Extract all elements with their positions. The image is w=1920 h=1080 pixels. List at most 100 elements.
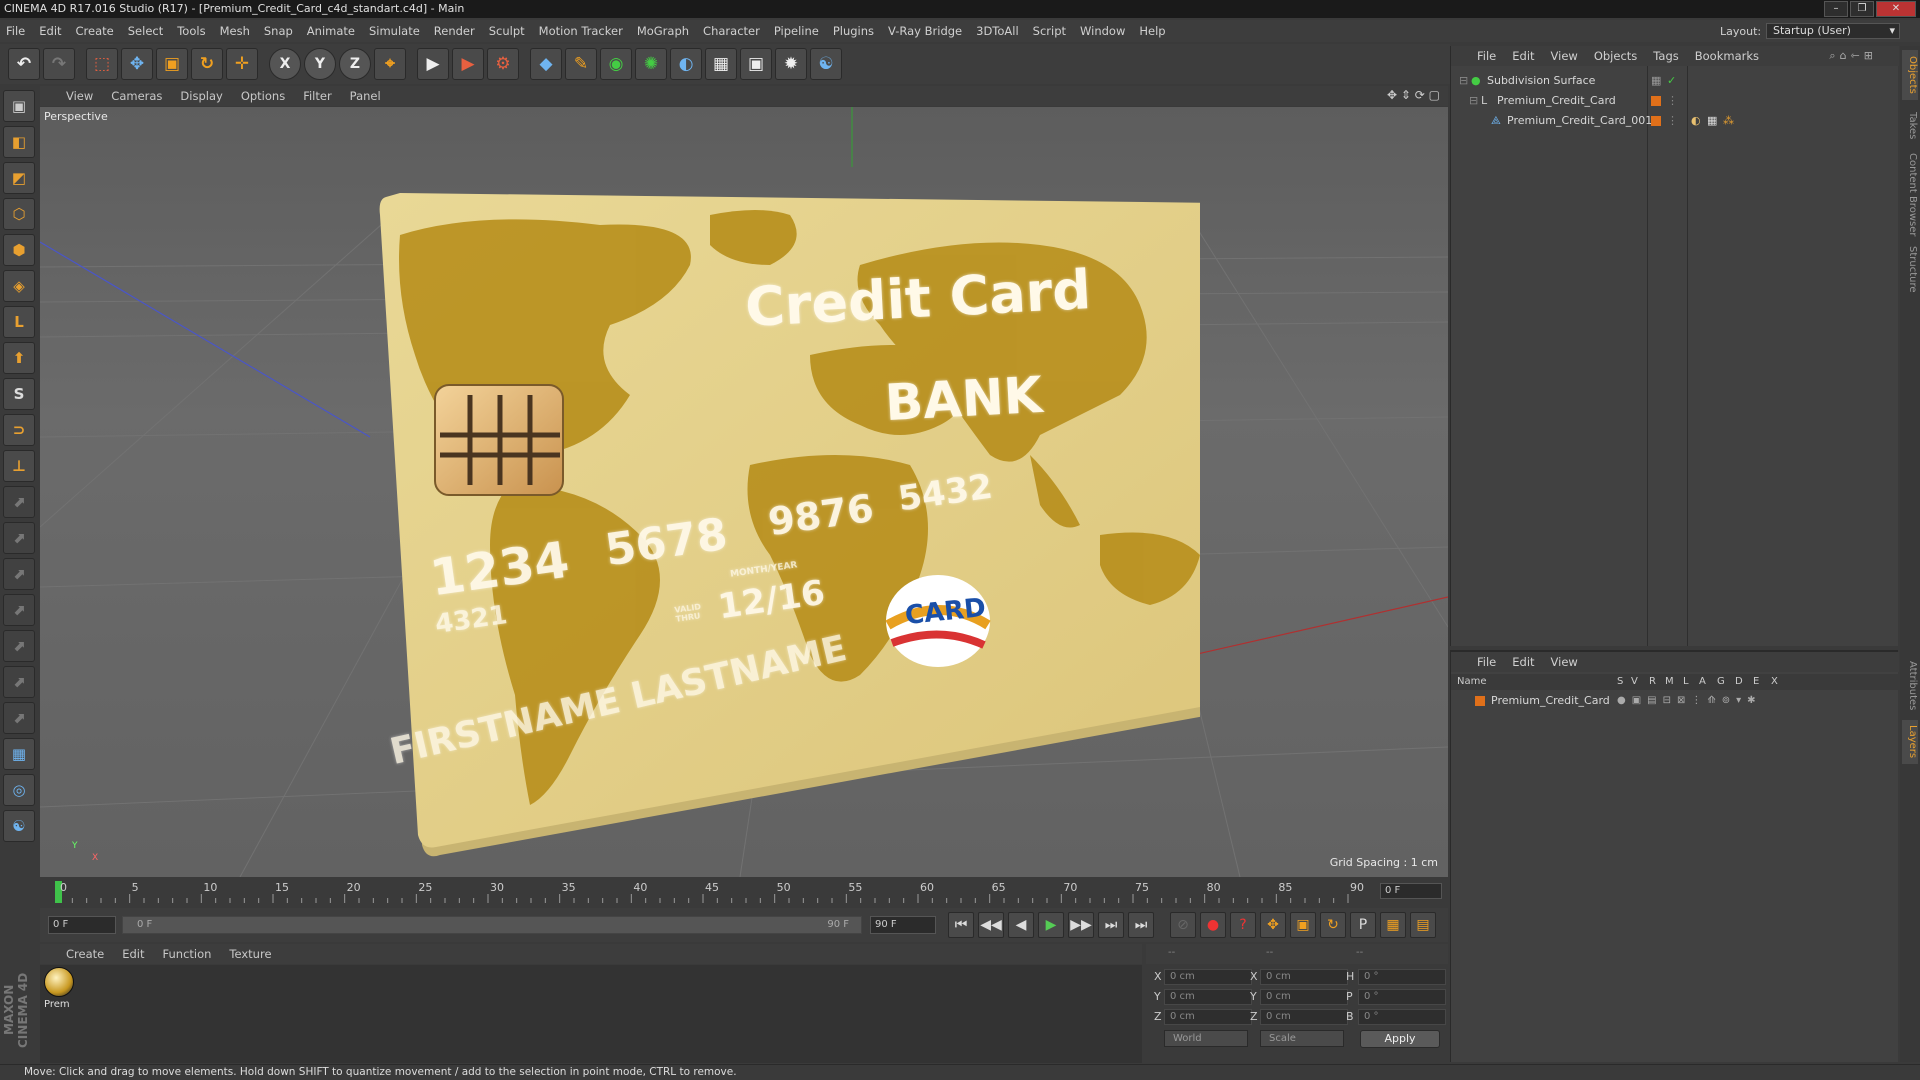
transform-mode-dropdown[interactable]: Scale [1260,1030,1344,1047]
layout-dropdown[interactable]: Startup (User) ▾ [1766,23,1900,39]
preview-range-slider[interactable]: 0 F 90 F [122,916,862,934]
tab-layers[interactable]: Layers [1902,720,1918,764]
menu-mesh[interactable]: Mesh [220,24,250,38]
pos-z-field[interactable]: 0 cm [1164,1009,1252,1025]
current-frame-field[interactable]: 0 F [1380,883,1442,899]
material-menu-create[interactable]: Create [66,947,104,961]
menu-simulate[interactable]: Simulate [369,24,420,38]
move-tool-button[interactable]: ✥ [121,48,153,80]
perspective-viewport[interactable]: Perspective Credit Card BANK 1234 5678 9… [40,107,1448,877]
material-menu-edit[interactable]: Edit [122,947,144,961]
collapse-icon[interactable]: ⊟ [1459,72,1468,90]
close-button[interactable]: ✕ [1876,1,1916,17]
menu-file[interactable]: File [6,24,25,38]
uvw-tag-icon[interactable]: ▦ [1707,112,1717,130]
go-to-end-button[interactable]: ⏭ [1128,912,1154,938]
paint-tool-button[interactable]: ◎ [3,774,35,806]
phong-tag-icon[interactable]: ⁂ [1723,112,1734,130]
objects-menu-file[interactable]: File [1477,49,1496,63]
rot-h-field[interactable]: 0 ° [1358,969,1446,985]
python-button[interactable]: ☯ [810,48,842,80]
workplane-axis-button[interactable]: ⊥ [3,450,35,482]
undo-button[interactable]: ↶ [8,48,40,80]
viewport-menu-filter[interactable]: Filter [303,89,331,103]
menu-window[interactable]: Window [1080,24,1125,38]
objects-menu-bookmarks[interactable]: Bookmarks [1695,49,1759,63]
redo-button[interactable]: ↷ [43,48,75,80]
coordinate-system-button[interactable]: ⌖ [374,48,406,80]
rotate-tool-button[interactable]: ↻ [191,48,223,80]
render-view-button[interactable]: ▶ [417,48,449,80]
layer-toggles-icon[interactable]: ●▣▤⊟⊠⋮⟰⊚▾✱ [1617,692,1762,710]
menu-script[interactable]: Script [1033,24,1066,38]
brush-tool-3[interactable]: ⬈ [3,558,35,590]
objects-menu-objects[interactable]: Objects [1594,49,1637,63]
frame-ruler[interactable]: 0 5 10 15 20 25 30 35 40 45 50 55 60 65 70 75 80 85 90 [50,881,1380,903]
material-menu-texture[interactable]: Texture [229,947,271,961]
rot-p-field[interactable]: 0 ° [1358,989,1446,1005]
brush-tool-5[interactable]: ⬈ [3,630,35,662]
menu-help[interactable]: Help [1139,24,1165,38]
maximize-button[interactable]: ❐ [1850,1,1874,17]
edges-mode-button[interactable]: ◈ [3,270,35,302]
viewport-menu-view[interactable]: View [66,89,93,103]
floor-button[interactable]: ▦ [705,48,737,80]
render-picture-viewer-button[interactable]: ▶ [452,48,484,80]
autokey-button[interactable]: ? [1230,912,1256,938]
start-frame-field[interactable]: 0 F [48,916,116,934]
menu-sculpt[interactable]: Sculpt [489,24,525,38]
key-parameter-button[interactable]: P [1350,912,1376,938]
size-z-field[interactable]: 0 cm [1260,1009,1348,1025]
brush-tool-1[interactable]: ⬈ [3,486,35,518]
next-key-button[interactable]: ⏭ [1098,912,1124,938]
model-mode-button[interactable]: ◧ [3,126,35,158]
light-button[interactable]: ✹ [775,48,807,80]
viewport-menu-options[interactable]: Options [241,89,285,103]
menu-pipeline[interactable]: Pipeline [774,24,819,38]
layer-color-swatch[interactable] [1475,696,1485,706]
visibility-dots-icon[interactable]: ⋮ [1667,92,1678,110]
object-row-subdivision-surface[interactable]: ⊟ ● Subdivision Surface ▦ ✓ [1451,72,1899,90]
viewport-menu-cameras[interactable]: Cameras [111,89,162,103]
render-settings-button[interactable]: ⚙ [487,48,519,80]
tab-takes[interactable]: Takes [1902,106,1918,146]
play-button[interactable]: ▶ [1038,912,1064,938]
layers-menu-view[interactable]: View [1551,655,1578,669]
motion-record-button[interactable]: ⊘ [1170,912,1196,938]
next-frame-button[interactable]: ▶▶ [1068,912,1094,938]
key-scale-button[interactable]: ▣ [1290,912,1316,938]
objects-menu-tags[interactable]: Tags [1653,49,1678,63]
key-rotation-button[interactable]: ↻ [1320,912,1346,938]
array-button[interactable]: ✺ [635,48,667,80]
camera-button[interactable]: ▣ [740,48,772,80]
y-axis-button[interactable]: Y [304,48,336,80]
menu-motion-tracker[interactable]: Motion Tracker [539,24,623,38]
tab-structure[interactable]: Structure [1902,244,1918,294]
snap-button[interactable]: ⊃ [3,414,35,446]
z-axis-button[interactable]: Z [339,48,371,80]
menu-tools[interactable]: Tools [177,24,205,38]
coordinate-mode-dropdown[interactable]: World [1164,1030,1248,1047]
material-tag-icon[interactable]: ◐ [1691,112,1701,130]
brush-tool-7[interactable]: ⬈ [3,702,35,734]
brush-tool-2[interactable]: ⬈ [3,522,35,554]
layer-color-icon[interactable] [1651,96,1661,106]
tab-objects[interactable]: Objects [1902,50,1918,100]
brush-tool-6[interactable]: ⬈ [3,666,35,698]
menu-plugins[interactable]: Plugins [833,24,874,38]
collapse-icon[interactable]: ⊟ [1469,92,1478,110]
material-name[interactable]: Prem [44,999,70,1010]
tweak-mode-button[interactable]: ⬆ [3,342,35,374]
menu-render[interactable]: Render [434,24,475,38]
menu-vray-bridge[interactable]: V-Ray Bridge [888,24,962,38]
x-axis-button[interactable]: X [269,48,301,80]
enabled-check-icon[interactable]: ✓ [1667,72,1676,90]
material-menu-function[interactable]: Function [163,947,212,961]
previous-frame-button[interactable]: ◀ [1008,912,1034,938]
transform-tool-button[interactable]: ✛ [226,48,258,80]
points-mode-button[interactable]: ⬢ [3,234,35,266]
timeline-ruler[interactable]: 0 5 10 15 20 25 30 35 40 45 50 55 60 65 70 75 80 85 90 0 F [40,878,1448,906]
end-frame-field[interactable]: 90 F [870,916,936,934]
previous-key-button[interactable]: ◀◀ [978,912,1004,938]
viewport-menu-display[interactable]: Display [180,89,222,103]
